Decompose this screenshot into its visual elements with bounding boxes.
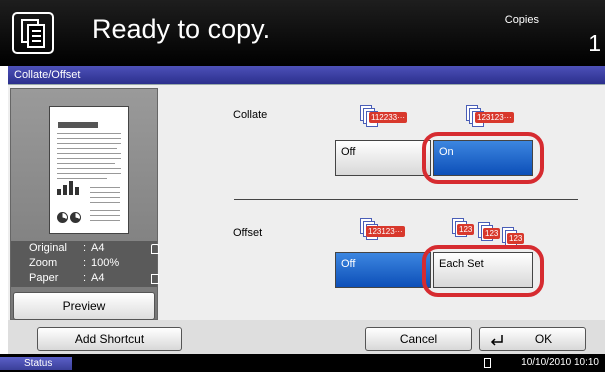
ok-label: OK [534, 332, 553, 346]
collate-on-highlight [422, 132, 544, 184]
collate-offset-panel: Collate/Offset Original: A4 Zoom: 100%… [8, 66, 605, 354]
document-thumbnail [49, 106, 129, 234]
bottom-status-bar: Status 10/10/2010 10:10 [0, 354, 605, 372]
preview-column: Original : A4 Zoom : 100% Paper : A4 Pre… [10, 88, 159, 320]
panel-content: Original : A4 Zoom : 100% Paper : A4 Pre… [8, 84, 605, 320]
paper-tray-icon [151, 274, 159, 284]
copy-mode-icon [12, 12, 54, 54]
preview-button[interactable]: Preview [13, 292, 155, 320]
thumbnail-pie-graphic [57, 212, 68, 223]
offset-each-set-highlight [422, 245, 544, 297]
top-status-bar: Ready to copy. Copies 1 [0, 0, 605, 66]
add-shortcut-button[interactable]: Add Shortcut [37, 327, 182, 351]
copies-count: 1 [588, 30, 601, 56]
offset-off-button[interactable]: Off [335, 252, 431, 288]
thumbnail-pie-graphic [70, 212, 81, 223]
copies-label: Copies [504, 14, 539, 26]
collate-off-button[interactable]: Off [335, 140, 431, 176]
job-info: Original : A4 Zoom : 100% Paper : A4 [11, 241, 159, 287]
thumbnail-heading [58, 122, 98, 128]
memory-card-icon [484, 358, 491, 368]
collate-label: Collate [233, 109, 268, 121]
status-button[interactable]: Status [0, 357, 72, 370]
section-divider [234, 199, 578, 200]
panel-title: Collate/Offset [8, 66, 605, 84]
original-orientation-icon [151, 244, 159, 254]
screen-title: Ready to copy. [92, 14, 271, 44]
cancel-button[interactable]: Cancel [365, 327, 472, 351]
offset-label: Offset [233, 227, 263, 239]
date-time: 10/10/2010 10:10 [521, 357, 599, 368]
ok-button[interactable]: OK [479, 327, 586, 351]
enter-icon [490, 332, 504, 346]
